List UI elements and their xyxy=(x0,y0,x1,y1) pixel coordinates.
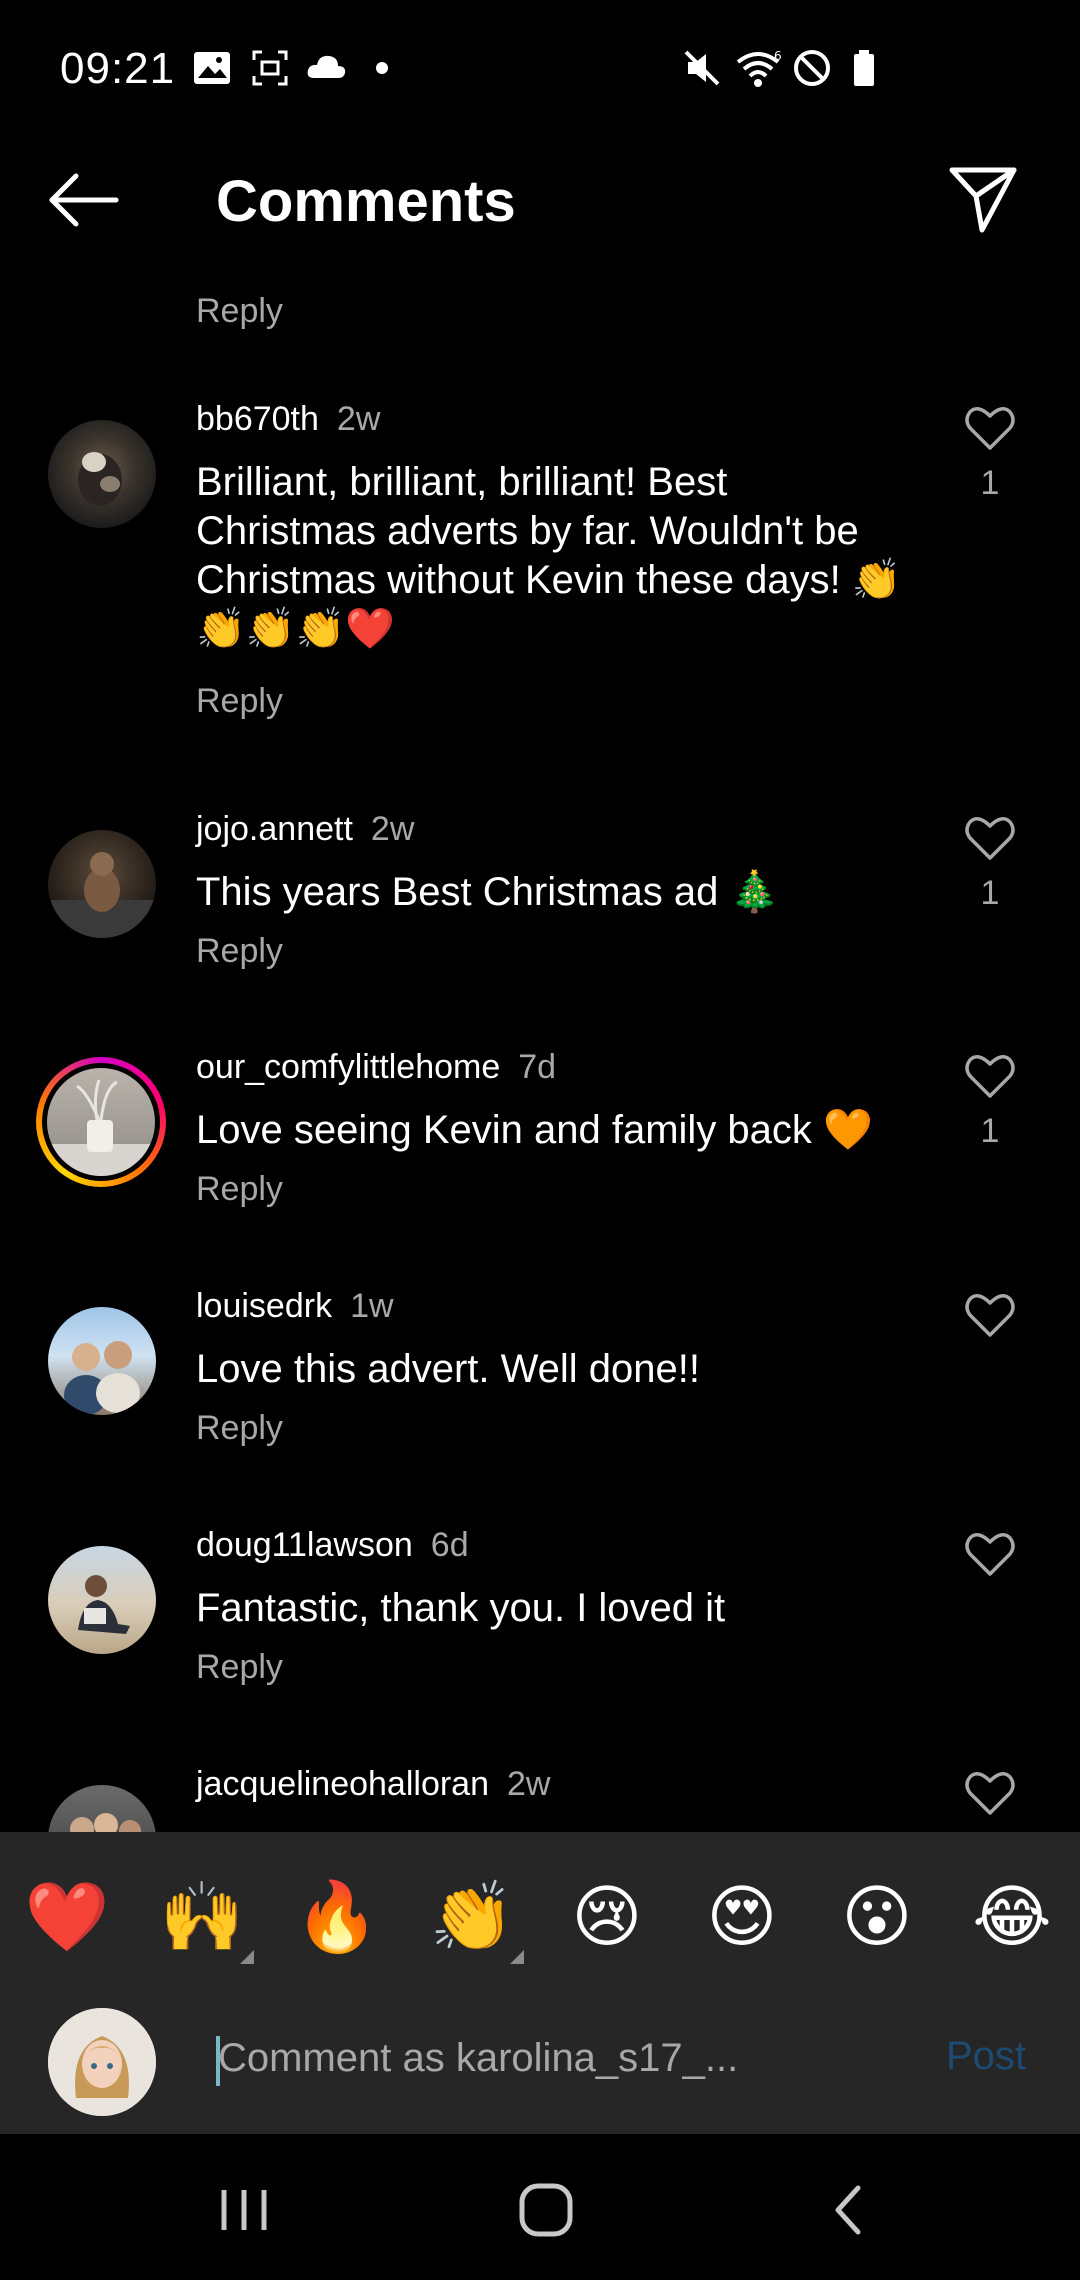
comment-text: Love seeing Kevin and family back 🧡 xyxy=(196,1108,873,1152)
post-button[interactable]: Post xyxy=(946,2034,1026,2079)
reply-button[interactable]: Reply xyxy=(196,682,283,721)
emoji-laughing[interactable]: 😂 xyxy=(967,1872,1057,1962)
avatar xyxy=(48,2008,156,2116)
battery-icon xyxy=(854,50,874,86)
avatar[interactable] xyxy=(48,1546,156,1654)
avatar[interactable] xyxy=(48,1307,156,1415)
reply-button[interactable]: Reply xyxy=(196,1170,283,1209)
emoji-crying[interactable]: 😢 xyxy=(562,1872,652,1962)
emoji-heart-eyes[interactable]: 😍 xyxy=(697,1872,787,1962)
cloud-icon xyxy=(307,55,346,78)
comment-username[interactable]: bb670th xyxy=(196,400,319,438)
gallery-icon xyxy=(194,52,230,84)
comment-text: This years Best Christmas ad 🎄 xyxy=(196,870,780,914)
avatar[interactable] xyxy=(47,1068,155,1176)
comment-username[interactable]: jacquelineohalloran xyxy=(196,1765,489,1803)
comment-text: Fantastic, thank you. I loved it xyxy=(196,1586,726,1630)
send-icon[interactable] xyxy=(946,162,1020,236)
avatar[interactable] xyxy=(48,420,156,528)
emoji-raised-hands[interactable]: 🙌 xyxy=(157,1872,247,1962)
comment-time: 7d xyxy=(518,1048,557,1086)
wifi-icon: 6 xyxy=(736,49,782,87)
comment-time: 1w xyxy=(350,1287,394,1325)
comment-meta: our_comfylittlehome 7d xyxy=(196,1048,556,1087)
comment-text: Love this advert. Well done!! xyxy=(196,1347,700,1391)
comment-meta: jacquelineohalloran 2w xyxy=(196,1765,550,1804)
comment-meta: louisedrk 1w xyxy=(196,1287,394,1326)
heart-icon[interactable] xyxy=(962,1765,1018,1821)
home-icon[interactable] xyxy=(506,2178,586,2242)
variant-indicator-icon xyxy=(510,1950,524,1964)
reply-button[interactable]: Reply xyxy=(196,1409,283,1448)
emoji-heart[interactable]: ❤️ xyxy=(22,1872,112,1962)
comment-meta: doug11lawson 6d xyxy=(196,1526,469,1565)
heart-icon[interactable] xyxy=(962,400,1018,456)
emoji-surprised[interactable]: 😮 xyxy=(832,1872,922,1962)
like-count: 1 xyxy=(980,464,1000,502)
screen-capture-icon xyxy=(252,50,288,86)
comment-time: 2w xyxy=(370,810,415,848)
story-ring[interactable] xyxy=(36,1057,166,1187)
comment-username[interactable]: louisedrk xyxy=(196,1287,332,1325)
mute-icon xyxy=(684,50,720,86)
avatar[interactable] xyxy=(48,830,156,938)
emoji-fire[interactable]: 🔥 xyxy=(292,1872,382,1962)
comment-time: 6d xyxy=(430,1526,469,1564)
variant-indicator-icon xyxy=(240,1950,254,1964)
status-time: 09:21 xyxy=(60,44,176,93)
notification-dot-icon xyxy=(376,62,388,74)
comment-input[interactable] xyxy=(216,2018,898,2098)
avatar[interactable] xyxy=(48,1785,156,1832)
emoji-clap[interactable]: 👏 xyxy=(427,1872,517,1962)
comment-username[interactable]: our_comfylittlehome xyxy=(196,1048,500,1086)
comment-meta: jojo.annett 2w xyxy=(196,810,414,849)
no-disturb-icon xyxy=(794,50,830,86)
heart-icon[interactable] xyxy=(962,1287,1018,1343)
reply-button[interactable]: Reply xyxy=(196,1648,283,1687)
reply-button[interactable]: Reply xyxy=(196,932,283,971)
comment-time: 2w xyxy=(507,1765,551,1803)
arrow-left-icon[interactable] xyxy=(44,168,124,232)
like-count: 1 xyxy=(980,1112,1000,1150)
recent-apps-icon[interactable] xyxy=(204,2178,284,2242)
back-icon[interactable] xyxy=(808,2178,888,2242)
system-nav-bar xyxy=(0,2134,1080,2280)
header: Comments xyxy=(0,140,1080,260)
comment-text: Brilliant, brilliant, brilliant! Best Ch… xyxy=(196,460,902,651)
page-title: Comments xyxy=(216,169,516,234)
heart-icon[interactable] xyxy=(962,810,1018,866)
reply-button[interactable]: Reply xyxy=(196,292,283,331)
like-count: 1 xyxy=(980,874,1000,912)
emoji-bar: ❤️ 🙌 🔥 👏 😢 😍 😮 😂 xyxy=(0,1832,1080,1996)
comment-composer: Post xyxy=(0,1996,1080,2134)
heart-icon[interactable] xyxy=(962,1526,1018,1582)
comment-username[interactable]: jojo.annett xyxy=(196,810,353,848)
svg-text:6: 6 xyxy=(774,49,782,63)
comment-time: 2w xyxy=(336,400,381,438)
status-bar: 09:21 6 xyxy=(0,0,1080,140)
comment-username[interactable]: doug11lawson xyxy=(196,1526,413,1564)
comment-meta: bb670th 2w xyxy=(196,400,380,439)
heart-icon[interactable] xyxy=(962,1048,1018,1104)
comments-list[interactable]: Reply bb670th 2w Brilliant, brilliant, br… xyxy=(0,260,1080,1832)
